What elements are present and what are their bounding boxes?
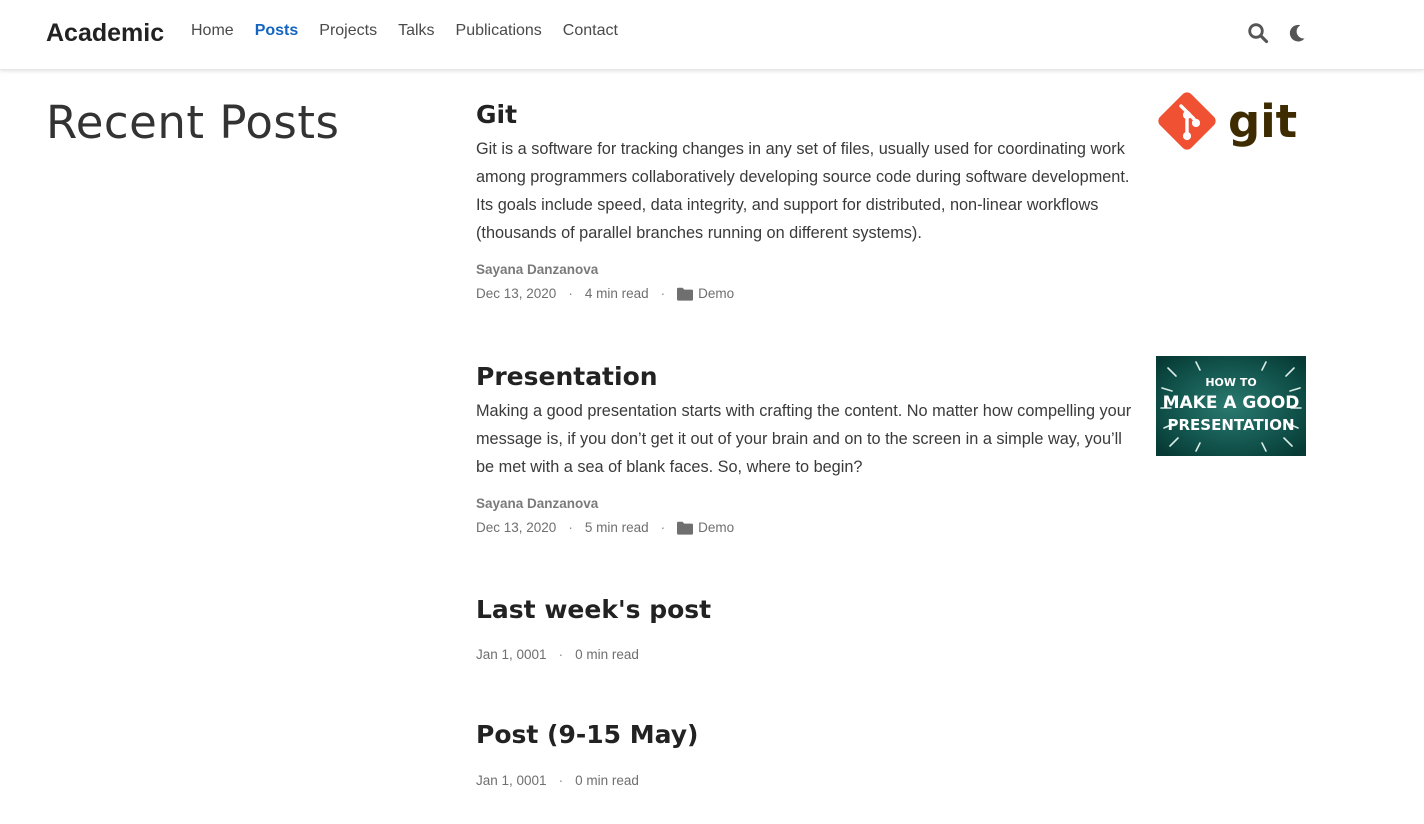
nav-item-home[interactable]: Home bbox=[180, 22, 244, 40]
nav-item-publications[interactable]: Publications bbox=[445, 22, 552, 40]
post-title-link[interactable]: Last week's post bbox=[476, 595, 1306, 625]
post-date: Jan 1, 0001 bbox=[476, 647, 547, 662]
git-logo-icon bbox=[1158, 92, 1216, 150]
post-item: Git Git is a software for tracking chang… bbox=[476, 92, 1306, 303]
post-date: Dec 13, 2020 bbox=[476, 286, 557, 301]
meta-separator: · bbox=[558, 773, 564, 788]
git-logo-text: git bbox=[1228, 95, 1297, 148]
post-item: Last week's post Jan 1, 0001 · 0 min rea… bbox=[476, 595, 1306, 664]
post-read-time: 5 min read bbox=[584, 520, 649, 535]
search-icon[interactable] bbox=[1247, 22, 1269, 44]
post-date: Dec 13, 2020 bbox=[476, 520, 557, 535]
meta-separator: · bbox=[568, 286, 573, 301]
nav-item-contact[interactable]: Contact bbox=[552, 22, 628, 40]
folder-icon bbox=[677, 521, 694, 535]
nav-item-projects[interactable]: Projects bbox=[308, 22, 387, 40]
thumbnail-line-3: PRESENTATION bbox=[1167, 416, 1294, 434]
thumbnail-line-2: MAKE A GOOD bbox=[1163, 393, 1300, 413]
presentation-thumbnail[interactable]: HOW TO MAKE A GOOD PRESENTATION bbox=[1156, 356, 1306, 456]
moon-icon[interactable] bbox=[1286, 22, 1308, 44]
main-nav: Home Posts Projects Talks Publications C… bbox=[180, 22, 628, 40]
page-title: Recent Posts bbox=[46, 96, 340, 149]
meta-separator: · bbox=[558, 647, 564, 662]
post-author-link[interactable]: Sayana Danzanova bbox=[476, 261, 1306, 279]
post-read-time: 0 min read bbox=[575, 773, 639, 788]
top-navbar: Academic Home Posts Projects Talks Publi… bbox=[0, 0, 1424, 70]
meta-separator: · bbox=[568, 520, 573, 535]
post-category-link[interactable]: Demo bbox=[698, 519, 734, 537]
post-date: Jan 1, 0001 bbox=[476, 773, 547, 788]
nav-item-talks[interactable]: Talks bbox=[387, 22, 444, 40]
post-summary: Making a good presentation starts with c… bbox=[476, 402, 1132, 476]
post-summary: Git is a software for tracking changes i… bbox=[476, 140, 1130, 242]
meta-separator: · bbox=[660, 286, 666, 301]
folder-icon bbox=[677, 287, 694, 301]
post-category-link[interactable]: Demo bbox=[698, 285, 734, 303]
post-meta: Dec 13, 2020 · 5 min read · Demo bbox=[476, 519, 1306, 537]
thumbnail-line-1: HOW TO bbox=[1205, 376, 1256, 389]
nav-item-posts[interactable]: Posts bbox=[244, 22, 309, 40]
post-author-link[interactable]: Sayana Danzanova bbox=[476, 495, 1306, 513]
post-title-link[interactable]: Post (9-15 May) bbox=[476, 720, 1306, 750]
meta-separator: · bbox=[660, 520, 666, 535]
post-item: Presentation Making a good presentation … bbox=[476, 356, 1306, 537]
post-item: Post (9-15 May) Jan 1, 0001 · 0 min read bbox=[476, 720, 1306, 790]
post-meta: Dec 13, 2020 · 4 min read · Demo bbox=[476, 285, 1306, 303]
post-meta: Jan 1, 0001 · 0 min read bbox=[476, 646, 1306, 664]
post-read-time: 4 min read bbox=[584, 286, 649, 301]
git-logo-thumbnail[interactable]: git bbox=[1156, 92, 1306, 158]
site-brand-link[interactable]: Academic bbox=[46, 19, 164, 48]
post-meta: Jan 1, 0001 · 0 min read bbox=[476, 772, 1306, 790]
post-read-time: 0 min read bbox=[575, 647, 639, 662]
